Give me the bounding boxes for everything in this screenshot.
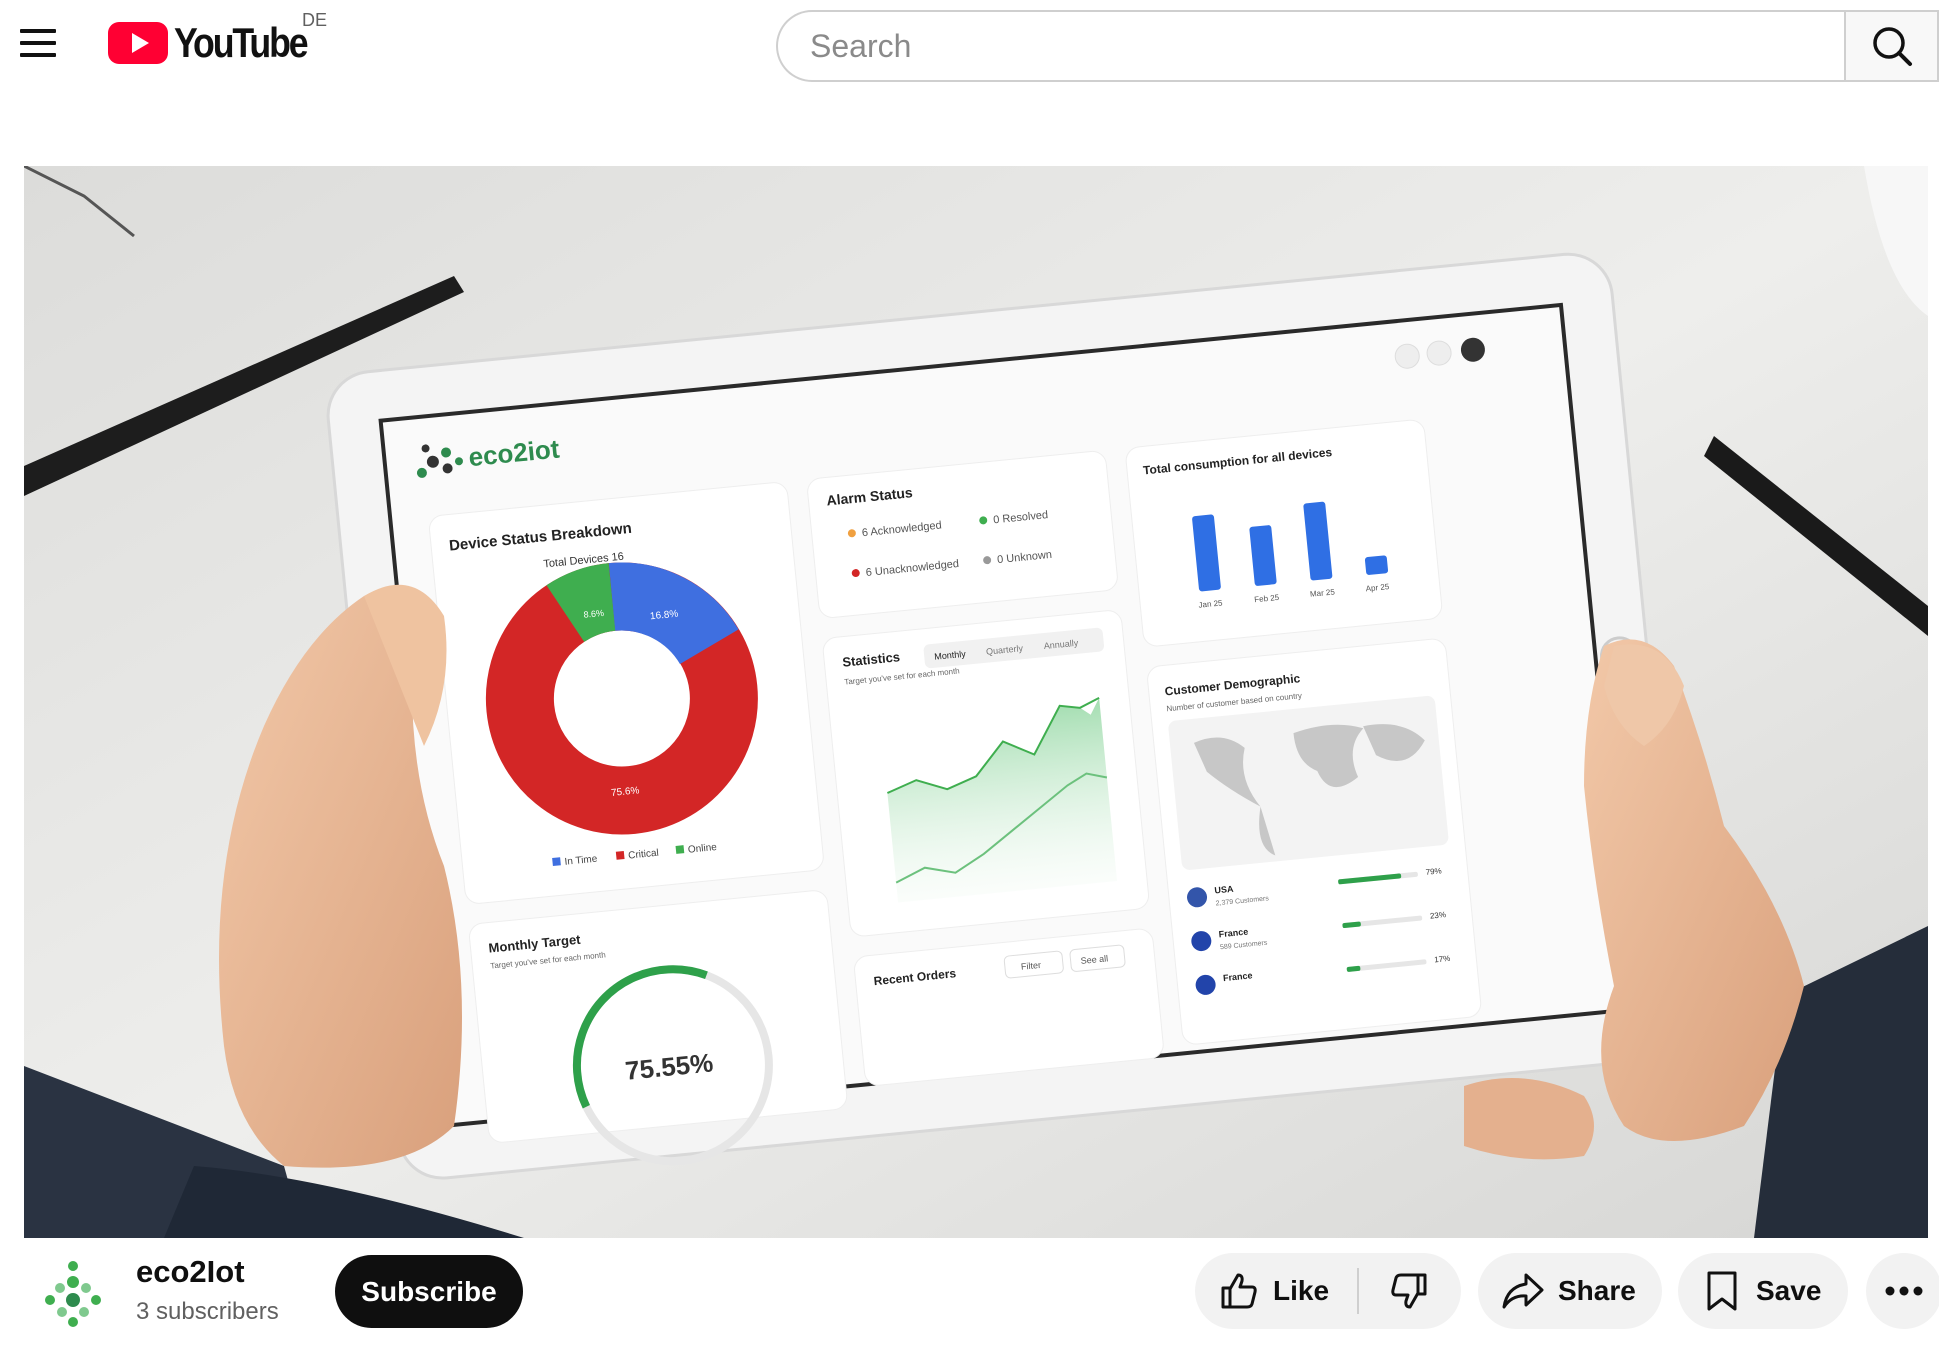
save-button[interactable]: Save	[1678, 1253, 1848, 1329]
country-percent: 23%	[1430, 910, 1447, 921]
search-icon	[1872, 27, 1912, 66]
more-actions-button[interactable]	[1866, 1253, 1939, 1329]
video-thumbnail: eco2iot Device Status Breakdown Total De…	[24, 166, 1928, 1238]
thumbs-up-icon	[1221, 1273, 1257, 1309]
video-player[interactable]: eco2iot Device Status Breakdown Total De…	[24, 166, 1928, 1238]
youtube-play-icon	[108, 22, 168, 64]
search-input[interactable]	[776, 10, 1844, 82]
search-button[interactable]	[1844, 10, 1939, 82]
like-label: Like	[1273, 1275, 1330, 1306]
hamburger-menu-button[interactable]	[14, 20, 64, 66]
share-label: Share	[1558, 1275, 1636, 1306]
bookmark-icon	[1707, 1271, 1737, 1311]
youtube-logo[interactable]: YouTube	[108, 18, 330, 68]
channel-avatar[interactable]	[40, 1258, 106, 1330]
thumbs-down-icon	[1391, 1273, 1427, 1309]
country-percent: 17%	[1434, 954, 1451, 965]
like-dislike-group: Like	[1195, 1253, 1461, 1329]
menu-bar-icon	[20, 41, 56, 45]
share-button[interactable]: Share	[1478, 1253, 1662, 1329]
subscriber-count: 3 subscribers	[136, 1298, 279, 1325]
masthead: YouTube DE	[0, 0, 1939, 90]
more-horizontal-icon	[1885, 1286, 1923, 1296]
youtube-wordmark: YouTube	[174, 19, 309, 66]
country-percent: 79%	[1425, 866, 1442, 877]
orders-filter-button: Filter	[1020, 960, 1041, 972]
slice-label: 8.6%	[583, 608, 604, 620]
dislike-button[interactable]	[1359, 1253, 1459, 1329]
menu-bar-icon	[20, 53, 56, 57]
search-box	[776, 10, 1939, 82]
share-icon	[1502, 1273, 1544, 1309]
video-actions-row: eco2Iot 3 subscribers Subscribe Like Sha…	[0, 1240, 1939, 1352]
menu-bar-icon	[20, 29, 56, 33]
subscribe-button[interactable]: Subscribe	[335, 1255, 523, 1328]
save-label: Save	[1756, 1275, 1822, 1306]
country-code: DE	[302, 10, 328, 30]
channel-name[interactable]: eco2Iot	[136, 1254, 245, 1290]
consumption-bar	[1364, 555, 1389, 575]
country-name: USA	[1214, 884, 1234, 896]
like-button[interactable]: Like	[1195, 1253, 1357, 1329]
